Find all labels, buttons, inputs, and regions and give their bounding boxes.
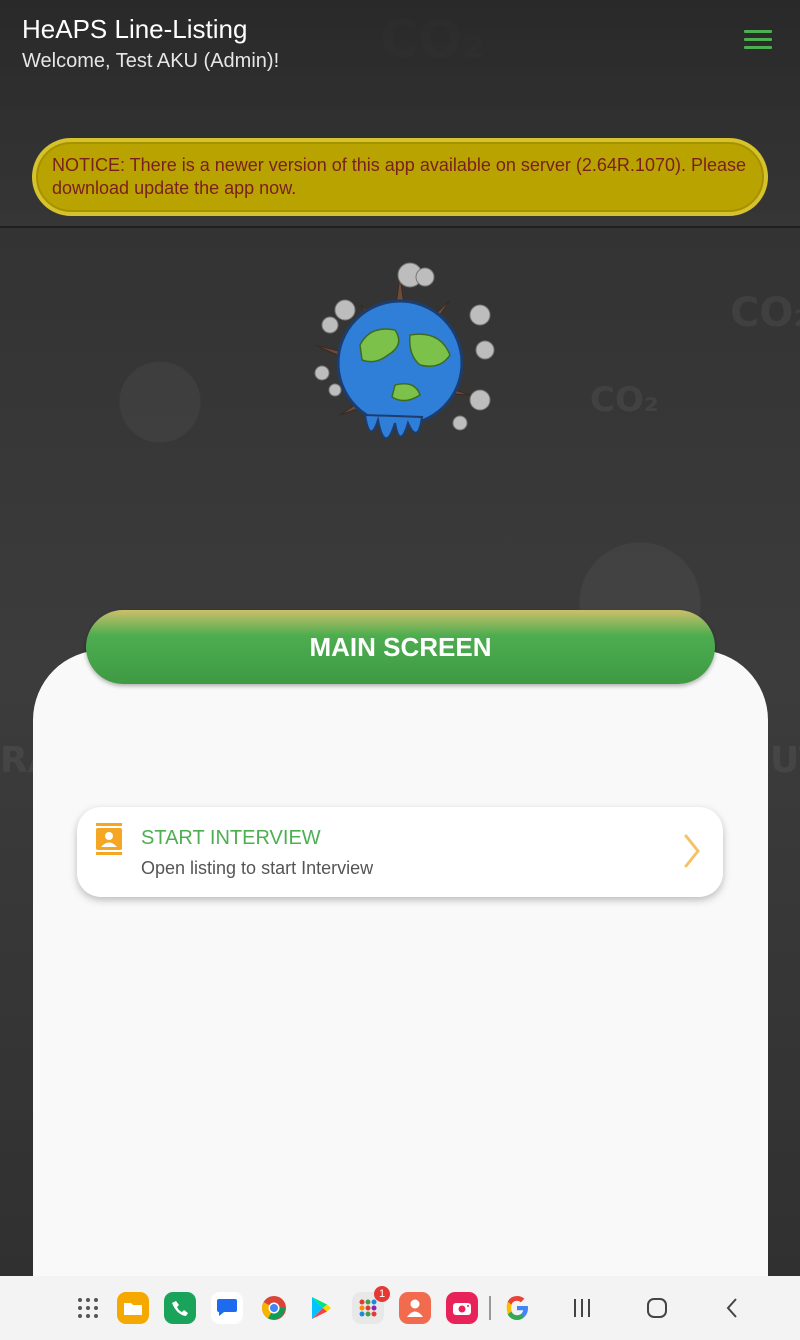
recent-apps-button[interactable] xyxy=(566,1292,598,1324)
home-button[interactable] xyxy=(641,1292,673,1324)
main-card xyxy=(33,650,768,1290)
back-button[interactable] xyxy=(716,1292,748,1324)
taskbar-divider xyxy=(489,1296,491,1320)
play-store-icon[interactable] xyxy=(305,1292,337,1324)
files-icon[interactable] xyxy=(117,1292,149,1324)
main-screen-header: MAIN SCREEN xyxy=(86,610,715,684)
google-icon[interactable] xyxy=(501,1292,533,1324)
phone-icon[interactable] xyxy=(164,1292,196,1324)
apps-grid-icon[interactable] xyxy=(72,1292,104,1324)
system-taskbar: 1 xyxy=(0,1276,800,1340)
messages-icon[interactable] xyxy=(211,1292,243,1324)
contacts-icon[interactable] xyxy=(399,1292,431,1324)
chrome-icon[interactable] xyxy=(258,1292,290,1324)
start-interview-subtitle: Open listing to start Interview xyxy=(141,858,374,878)
start-interview-item[interactable]: START INTERVIEW Open listing to start In… xyxy=(77,807,723,897)
app-folder-icon[interactable]: 1 xyxy=(352,1286,390,1324)
camera-icon[interactable] xyxy=(446,1292,478,1324)
app-title: HeAPS Line-Listing xyxy=(22,14,248,44)
notification-badge: 1 xyxy=(374,1286,390,1302)
welcome-text: Welcome, Test AKU (Admin)! xyxy=(22,50,280,72)
start-interview-title: START INTERVIEW xyxy=(141,827,321,849)
chevron-right-icon xyxy=(684,834,700,868)
earth-logo xyxy=(314,262,495,440)
update-notice-banner: NOTICE: There is a newer version of this… xyxy=(32,138,768,216)
hamburger-menu-icon[interactable] xyxy=(744,30,772,50)
contact-card-icon xyxy=(96,823,122,855)
